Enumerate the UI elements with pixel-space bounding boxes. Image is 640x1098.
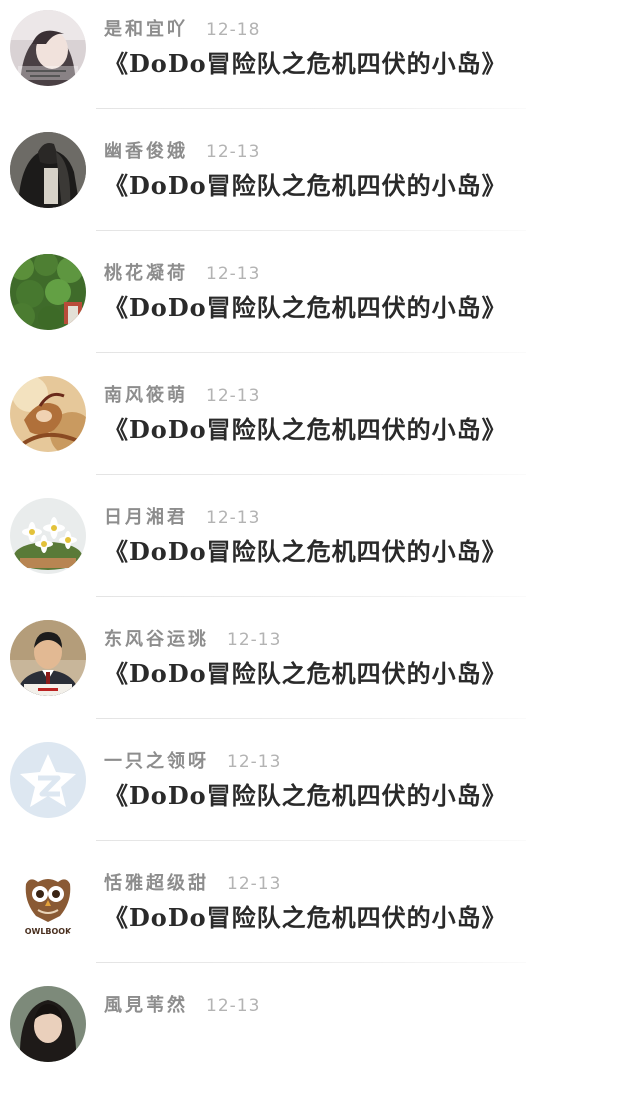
divider: [96, 596, 526, 597]
username[interactable]: 幽香俊娥: [104, 141, 188, 162]
avatar[interactable]: [10, 986, 86, 1062]
owlbook-logo-text: OWLBOOK: [25, 927, 72, 936]
book-title-link[interactable]: 《DoDo冒险队之危机四伏的小岛》: [104, 900, 507, 936]
user-photo-illustration-icon: [10, 376, 86, 452]
user-photo-dark-icon: [10, 132, 86, 208]
divider: [96, 352, 526, 353]
feed-item[interactable]: 是和宜吖 12-18 《DoDo冒险队之危机四伏的小岛》: [0, 0, 640, 122]
timestamp: 12-13: [206, 142, 261, 162]
book-title-link[interactable]: 《DoDo冒险队之危机四伏的小岛》: [104, 656, 507, 692]
user-photo-girl-icon: [10, 10, 86, 86]
feed-item[interactable]: 东风谷运珧 12-13 《DoDo冒险队之危机四伏的小岛》: [0, 610, 640, 732]
username[interactable]: 恬雅超级甜: [104, 873, 209, 894]
avatar[interactable]: [10, 132, 86, 208]
divider: [96, 962, 526, 963]
username[interactable]: 風見苇然: [104, 995, 188, 1016]
feed-item[interactable]: 日月湘君 12-13 《DoDo冒险队之危机四伏的小岛》: [0, 488, 640, 610]
feed-item[interactable]: OWLBOOK 恬雅超级甜 12-13 《DoDo冒险队之危机四伏的小岛》: [0, 854, 640, 976]
divider: [96, 840, 526, 841]
user-photo-woman-icon: [10, 986, 86, 1062]
divider: [96, 108, 526, 109]
user-photo-man-icon: [10, 620, 86, 696]
item-meta: 一只之领呀 12-13: [104, 748, 281, 776]
timestamp: 12-13: [227, 630, 282, 650]
item-meta: 南风筱萌 12-13: [104, 382, 260, 410]
feed-item[interactable]: 南风筱萌 12-13 《DoDo冒险队之危机四伏的小岛》: [0, 366, 640, 488]
item-meta: 日月湘君 12-13: [104, 504, 260, 532]
username[interactable]: 桃花凝荷: [104, 263, 188, 284]
item-meta: 恬雅超级甜 12-13: [104, 870, 281, 898]
username[interactable]: 南风筱萌: [104, 385, 188, 406]
timestamp: 12-13: [206, 386, 261, 406]
avatar[interactable]: [10, 254, 86, 330]
user-photo-flowers-icon: [10, 498, 86, 574]
avatar[interactable]: [10, 376, 86, 452]
username[interactable]: 东风谷运珧: [104, 629, 209, 650]
book-title-link[interactable]: 《DoDo冒险队之危机四伏的小岛》: [104, 46, 507, 82]
default-qzone-avatar-icon: [10, 742, 86, 818]
timestamp: 12-18: [206, 20, 261, 40]
book-title-link[interactable]: 《DoDo冒险队之危机四伏的小岛》: [104, 290, 507, 326]
divider: [96, 474, 526, 475]
username[interactable]: 一只之领呀: [104, 751, 209, 772]
feed-item[interactable]: 風見苇然 12-13: [0, 976, 640, 1098]
item-meta: 桃花凝荷 12-13: [104, 260, 260, 288]
avatar[interactable]: [10, 620, 86, 696]
avatar[interactable]: [10, 498, 86, 574]
timestamp: 12-13: [227, 874, 282, 894]
user-photo-ivy-wall-icon: [10, 254, 86, 330]
book-title-link[interactable]: 《DoDo冒险队之危机四伏的小岛》: [104, 778, 507, 814]
avatar[interactable]: [10, 10, 86, 86]
divider: [96, 718, 526, 719]
book-title-link[interactable]: 《DoDo冒险队之危机四伏的小岛》: [104, 534, 507, 570]
feed-item[interactable]: 幽香俊娥 12-13 《DoDo冒险队之危机四伏的小岛》: [0, 122, 640, 244]
owlbook-logo-icon: OWLBOOK: [10, 864, 86, 940]
divider: [96, 230, 526, 231]
item-meta: 东风谷运珧 12-13: [104, 626, 281, 654]
book-title-link[interactable]: 《DoDo冒险队之危机四伏的小岛》: [104, 412, 507, 448]
timestamp: 12-13: [206, 264, 261, 284]
feed-item[interactable]: 桃花凝荷 12-13 《DoDo冒险队之危机四伏的小岛》: [0, 244, 640, 366]
timestamp: 12-13: [227, 752, 282, 772]
timestamp: 12-13: [206, 996, 261, 1016]
item-meta: 風見苇然 12-13: [104, 992, 260, 1020]
avatar[interactable]: OWLBOOK: [10, 864, 86, 940]
feed-item[interactable]: 一只之领呀 12-13 《DoDo冒险队之危机四伏的小岛》: [0, 732, 640, 854]
timestamp: 12-13: [206, 508, 261, 528]
username[interactable]: 是和宜吖: [104, 19, 188, 40]
username[interactable]: 日月湘君: [104, 507, 188, 528]
item-meta: 幽香俊娥 12-13: [104, 138, 260, 166]
avatar[interactable]: [10, 742, 86, 818]
book-title-link[interactable]: 《DoDo冒险队之危机四伏的小岛》: [104, 168, 507, 204]
item-meta: 是和宜吖 12-18: [104, 16, 260, 44]
